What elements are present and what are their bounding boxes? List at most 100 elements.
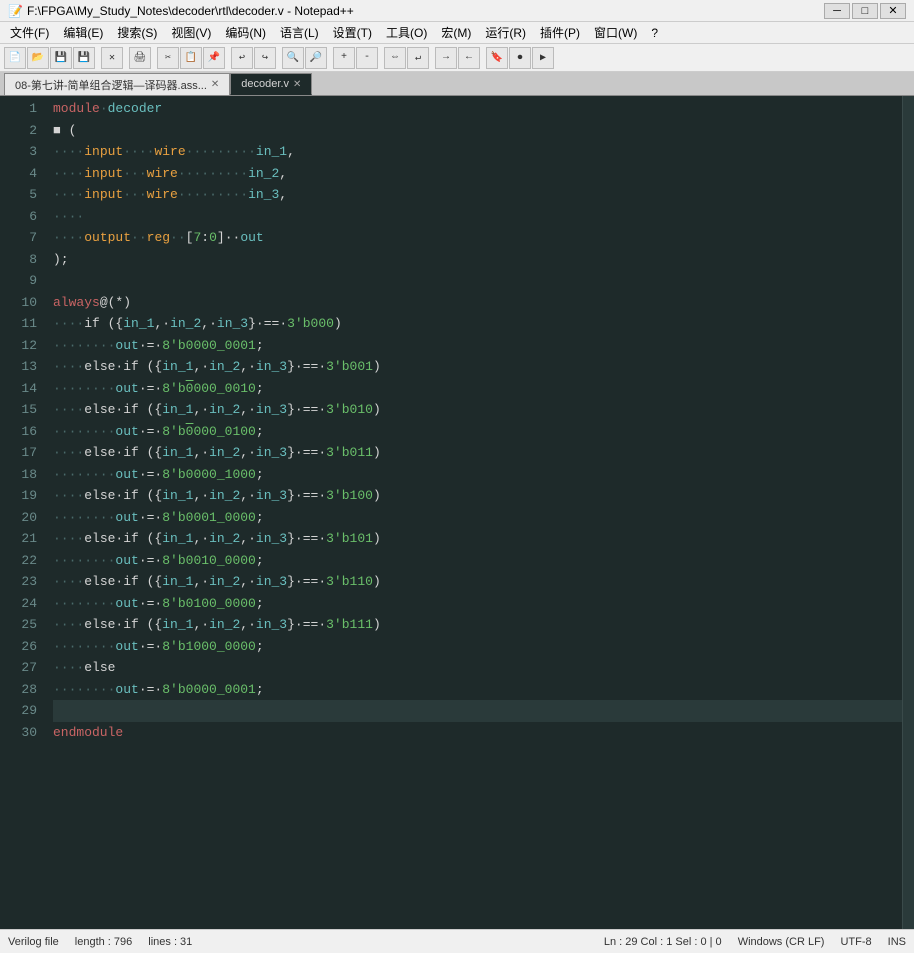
line-num-29: 29 xyxy=(0,700,37,722)
code-line-5: ····input···wire·········in_3, xyxy=(53,184,902,206)
code-line-17: ····else·if ({in_1,·in_2,·in_3}·==·3'b01… xyxy=(53,442,902,464)
code-line-24: ········out·=·8'b0100_0000; xyxy=(53,593,902,615)
line-num-25: 25 xyxy=(0,614,37,636)
vertical-scrollbar[interactable] xyxy=(902,96,914,929)
length-label: length : 796 xyxy=(75,936,133,948)
menu-tools[interactable]: 工具(O) xyxy=(380,22,433,43)
app-icon: 📝 xyxy=(8,4,23,18)
code-line-20: ········out·=·8'b0001_0000; xyxy=(53,507,902,529)
line-num-12: 12 xyxy=(0,335,37,357)
tab-bar: 08-第七讲-简单组合逻辑—译码器.ass... ✕ decoder.v ✕ xyxy=(0,72,914,96)
window-controls[interactable]: ─ □ ✕ xyxy=(824,3,906,19)
line-num-24: 24 xyxy=(0,593,37,615)
tab-assemble-label: 08-第七讲-简单组合逻辑—译码器.ass... xyxy=(15,77,207,93)
maximize-button[interactable]: □ xyxy=(852,3,878,19)
find-replace-button[interactable]: 🔎 xyxy=(305,47,327,69)
save-all-button[interactable]: 💾 xyxy=(73,47,95,69)
code-line-15: ····else·if ({in_1,·in_2,·in_3}·==·3'b01… xyxy=(53,399,902,421)
sync-scroll-button[interactable]: ⇔ xyxy=(384,47,406,69)
minimize-button[interactable]: ─ xyxy=(824,3,850,19)
title-bar: 📝 F:\FPGA\My_Study_Notes\decoder\rtl\dec… xyxy=(0,0,914,22)
menu-help[interactable]: ? xyxy=(645,24,664,42)
code-line-9 xyxy=(53,270,902,292)
menu-window[interactable]: 窗口(W) xyxy=(588,22,643,43)
new-button[interactable]: 📄 xyxy=(4,47,26,69)
code-line-8: ); xyxy=(53,249,902,271)
code-line-4: ····input···wire·········in_2, xyxy=(53,163,902,185)
line-num-7: 7 xyxy=(0,227,37,249)
code-line-14: ········out·=·8'b0000_0010; xyxy=(53,378,902,400)
line-num-5: 5 xyxy=(0,184,37,206)
code-line-29 xyxy=(53,700,902,722)
tab-assemble[interactable]: 08-第七讲-简单组合逻辑—译码器.ass... ✕ xyxy=(4,73,230,95)
line-num-1: 1 xyxy=(0,98,37,120)
code-line-3: ····input····wire·········in_1, xyxy=(53,141,902,163)
zoom-out-button[interactable]: - xyxy=(356,47,378,69)
status-bar: Verilog file length : 796 lines : 31 Ln … xyxy=(0,929,914,953)
code-area[interactable]: module·decoder ■ ( ····input····wire····… xyxy=(45,96,902,929)
menu-settings[interactable]: 设置(T) xyxy=(327,22,378,43)
code-line-6: ···· xyxy=(53,206,902,228)
menu-run[interactable]: 运行(R) xyxy=(479,22,532,43)
line-num-2: 2 xyxy=(0,120,37,142)
line-num-3: 3 xyxy=(0,141,37,163)
menu-lang[interactable]: 语言(L) xyxy=(274,22,325,43)
menu-encode[interactable]: 编码(N) xyxy=(219,22,272,43)
menu-view[interactable]: 视图(V) xyxy=(165,22,217,43)
code-line-13: ····else·if ({in_1,·in_2,·in_3}·==·3'b00… xyxy=(53,356,902,378)
line-num-19: 19 xyxy=(0,485,37,507)
title-text: 📝 F:\FPGA\My_Study_Notes\decoder\rtl\dec… xyxy=(8,4,354,18)
find-button[interactable]: 🔍 xyxy=(282,47,304,69)
cut-button[interactable]: ✂ xyxy=(157,47,179,69)
code-line-12: ········out·=·8'b0000_0001; xyxy=(53,335,902,357)
line-num-26: 26 xyxy=(0,636,37,658)
open-button[interactable]: 📂 xyxy=(27,47,49,69)
bookmark-button[interactable]: 🔖 xyxy=(486,47,508,69)
tab-decoder-label: decoder.v xyxy=(241,78,289,90)
toolbar: 📄 📂 💾 💾 ✕ 🖨 ✂ 📋 📌 ↩ ↪ 🔍 🔎 + - ⇔ ↵ → ← 🔖 … xyxy=(0,44,914,72)
indent-button[interactable]: → xyxy=(435,47,457,69)
position-label: Ln : 29 Col : 1 Sel : 0 | 0 xyxy=(604,936,722,948)
line-num-30: 30 xyxy=(0,722,37,744)
menu-plugins[interactable]: 插件(P) xyxy=(534,22,586,43)
code-line-10: always@(*) xyxy=(53,292,902,314)
line-num-22: 22 xyxy=(0,550,37,572)
unindent-button[interactable]: ← xyxy=(458,47,480,69)
close-button[interactable]: ✕ xyxy=(880,3,906,19)
copy-button[interactable]: 📋 xyxy=(180,47,202,69)
redo-button[interactable]: ↪ xyxy=(254,47,276,69)
menu-macro[interactable]: 宏(M) xyxy=(435,22,477,43)
line-num-13: 13 xyxy=(0,356,37,378)
code-line-11: ····if ({in_1,·in_2,·in_3}·==·3'b000) xyxy=(53,313,902,335)
encoding-label: UTF-8 xyxy=(840,936,871,948)
line-numbers: 1 2 3 4 5 6 7 8 9 10 11 12 13 14 15 16 1… xyxy=(0,96,45,929)
word-wrap-button[interactable]: ↵ xyxy=(407,47,429,69)
zoom-in-button[interactable]: + xyxy=(333,47,355,69)
macro-record-button[interactable]: ⏺ xyxy=(509,47,531,69)
macro-play-button[interactable]: ▶ xyxy=(532,47,554,69)
code-line-28: ········out·=·8'b0000_0001; xyxy=(53,679,902,701)
line-num-10: 10 xyxy=(0,292,37,314)
statusbar-right: Ln : 29 Col : 1 Sel : 0 | 0 Windows (CR … xyxy=(604,936,906,948)
save-button[interactable]: 💾 xyxy=(50,47,72,69)
tab-assemble-close[interactable]: ✕ xyxy=(211,79,219,90)
line-num-21: 21 xyxy=(0,528,37,550)
line-ending-label: Windows (CR LF) xyxy=(738,936,825,948)
code-line-26: ········out·=·8'b1000_0000; xyxy=(53,636,902,658)
line-num-14: 14 xyxy=(0,378,37,400)
paste-button[interactable]: 📌 xyxy=(203,47,225,69)
statusbar-left: Verilog file length : 796 lines : 31 xyxy=(8,936,192,948)
code-line-23: ····else·if ({in_1,·in_2,·in_3}·==·3'b11… xyxy=(53,571,902,593)
line-num-16: 16 xyxy=(0,421,37,443)
undo-button[interactable]: ↩ xyxy=(231,47,253,69)
menu-edit[interactable]: 编辑(E) xyxy=(57,22,109,43)
menu-file[interactable]: 文件(F) xyxy=(4,22,55,43)
code-line-22: ········out·=·8'b0010_0000; xyxy=(53,550,902,572)
code-line-30: endmodule xyxy=(53,722,902,744)
line-num-18: 18 xyxy=(0,464,37,486)
tab-decoder-close[interactable]: ✕ xyxy=(293,79,301,90)
print-button[interactable]: 🖨 xyxy=(129,47,151,69)
close-tab-button[interactable]: ✕ xyxy=(101,47,123,69)
tab-decoder[interactable]: decoder.v ✕ xyxy=(230,73,312,95)
menu-search[interactable]: 搜索(S) xyxy=(111,22,163,43)
